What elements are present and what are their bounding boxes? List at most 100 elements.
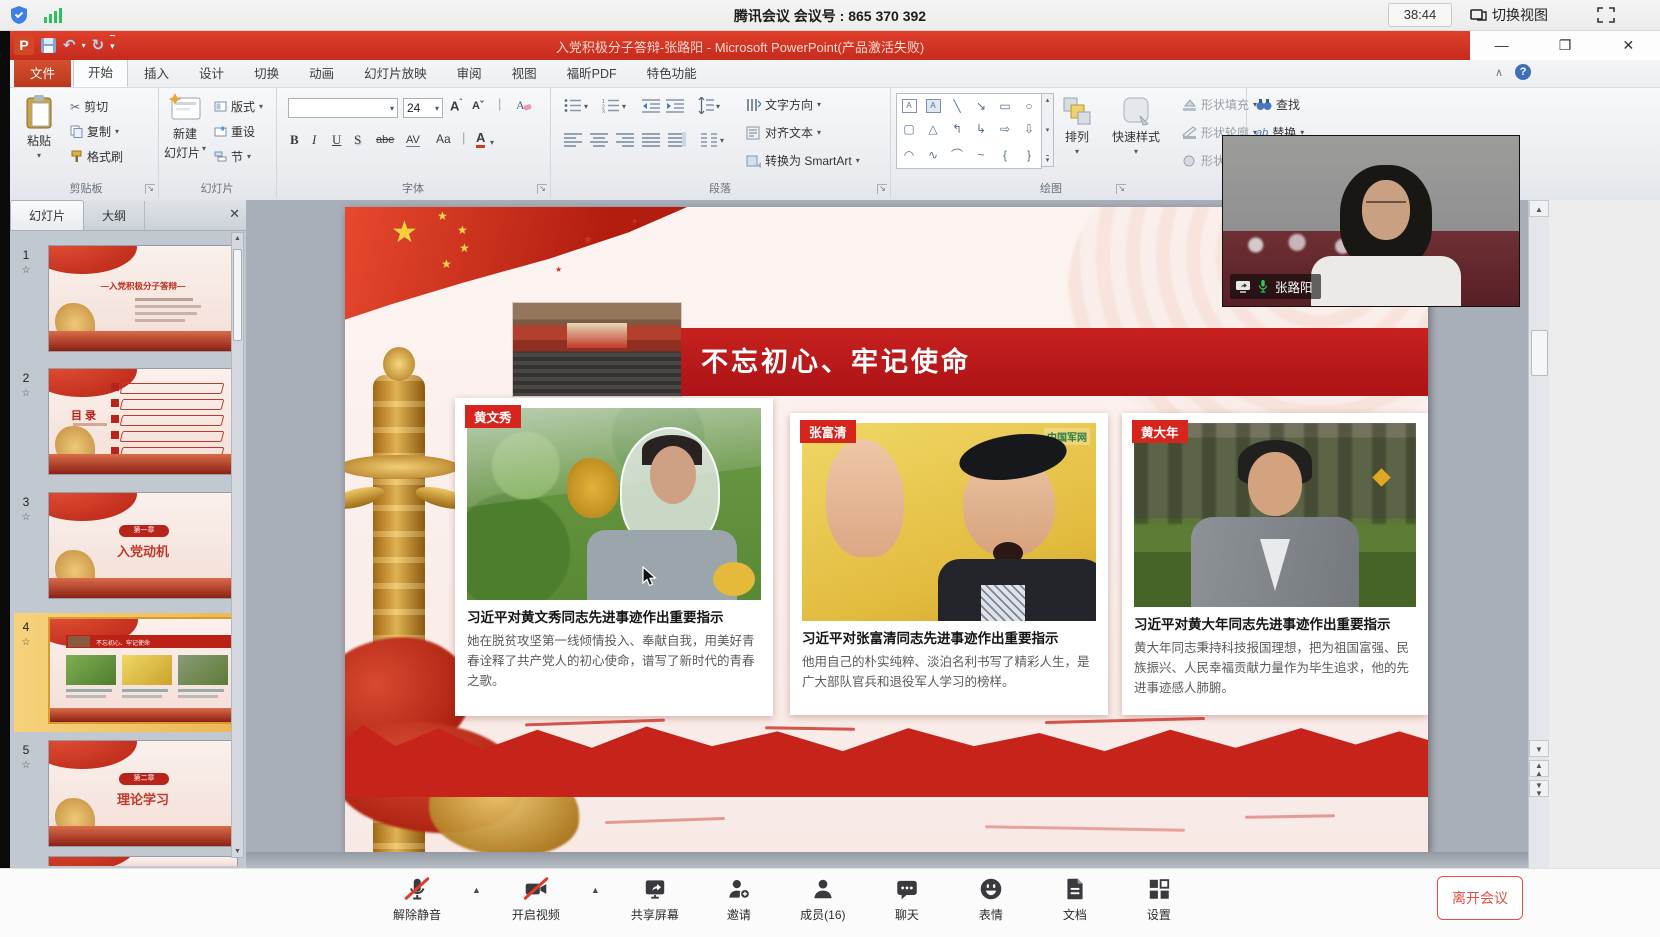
webcam-video-tile[interactable]: 张路阳 bbox=[1222, 135, 1520, 307]
strikethrough-button[interactable]: abe bbox=[376, 134, 394, 146]
save-icon[interactable] bbox=[40, 37, 57, 54]
line-shape-icon[interactable]: ╲ bbox=[953, 99, 960, 113]
clipboard-dialog-launcher[interactable]: ↘ bbox=[145, 184, 155, 194]
share-screen-button[interactable]: 共享屏幕 bbox=[626, 875, 684, 923]
scribble-shape-icon[interactable]: ∿ bbox=[928, 148, 938, 162]
shapes-gallery[interactable]: A A ╲ ↘ ▭ ○ ▢ △ ↰ ↳ ⇨ ⇩ ◠ ∿ ⌒ ~ { } bbox=[896, 93, 1042, 169]
font-name-combo[interactable]: ▾ bbox=[288, 98, 398, 118]
slide-thumbnail-5[interactable]: 第二章 理论学习 bbox=[48, 740, 238, 847]
character-spacing-button[interactable]: AV bbox=[406, 134, 420, 147]
triangle-shape-icon[interactable]: △ bbox=[928, 122, 937, 136]
person-card-huangwenxiu[interactable]: 黄文秀 习近平对黄文秀同志先进事迹作出重要指示 她在脱贫攻坚第一线倾情投入、奉献… bbox=[455, 398, 773, 716]
arrow-shape-icon[interactable]: ↘ bbox=[976, 99, 986, 113]
docs-button[interactable]: 文档 bbox=[1046, 875, 1104, 923]
person-photo-huangdanian[interactable] bbox=[1134, 423, 1416, 607]
font-size-combo[interactable]: 24▾ bbox=[403, 98, 443, 118]
members-button[interactable]: 成员(16) bbox=[794, 875, 852, 923]
tab-design[interactable]: 设计 bbox=[185, 58, 238, 87]
arrange-button[interactable]: 排列▾ bbox=[1062, 96, 1092, 156]
slide-thumbnail-3[interactable]: 第一章 入党动机 bbox=[48, 492, 238, 599]
elbow-connector-shape-icon[interactable]: ↰ bbox=[952, 122, 962, 136]
shapes-scrollbar[interactable]: ▴ ▾ ▾ bbox=[1041, 93, 1054, 167]
oval-shape-icon[interactable]: ○ bbox=[1025, 99, 1032, 113]
pane-scrollbar[interactable]: ▲ ▼ bbox=[231, 232, 244, 858]
slide-title-banner[interactable]: 不忘初心、牢记使命 bbox=[681, 328, 1428, 396]
align-right-icon[interactable] bbox=[616, 132, 634, 147]
shapes-more-icon[interactable]: ▾ bbox=[1046, 155, 1050, 164]
pane-scroll-thumb[interactable] bbox=[233, 249, 242, 341]
tab-view[interactable]: 视图 bbox=[498, 58, 551, 87]
chat-button[interactable]: 聊天 bbox=[878, 875, 936, 923]
left-brace-shape-icon[interactable]: { bbox=[1003, 148, 1007, 162]
tab-slideshow[interactable]: 幻灯片放映 bbox=[350, 58, 441, 87]
reset-button[interactable]: 重设 bbox=[214, 123, 255, 140]
ribbon-collapse-icon[interactable]: ∧ bbox=[1495, 66, 1503, 79]
bold-button[interactable]: B bbox=[290, 132, 299, 148]
tab-review[interactable]: 审阅 bbox=[443, 58, 496, 87]
clear-formatting-icon[interactable]: A bbox=[514, 96, 532, 114]
pane-scroll-down-icon[interactable]: ▼ bbox=[232, 848, 243, 855]
align-text-button[interactable]: 对齐文本▾ bbox=[746, 124, 821, 141]
person-card-huangdanian[interactable]: 黄大年 习近平对黄大年同志先进事迹作出重要指示 黄大年同志秉持科技报国理想，把为… bbox=[1122, 413, 1428, 715]
undo-button[interactable]: ↶ bbox=[63, 36, 76, 54]
invite-button[interactable]: 邀请 bbox=[710, 875, 768, 923]
leave-meeting-button[interactable]: 离开会议 bbox=[1437, 876, 1523, 920]
arc-shape-icon[interactable]: ⌒ bbox=[951, 146, 963, 163]
increase-indent-icon[interactable] bbox=[666, 98, 684, 113]
slide-thumbnail-1[interactable]: —入党积极分子答辩— bbox=[48, 245, 238, 352]
font-color-button[interactable]: A bbox=[476, 130, 485, 148]
scroll-up-button[interactable]: ▲ bbox=[1529, 200, 1549, 217]
slide-scrollbar[interactable]: ▲ ▼ ▲▲ ▼▼ bbox=[1528, 200, 1549, 868]
cut-button[interactable]: ✂ 剪切 bbox=[70, 98, 108, 115]
undo-caret-icon[interactable]: ▾ bbox=[82, 41, 86, 50]
bullets-caret-icon[interactable]: ▾ bbox=[584, 102, 588, 111]
text-shadow-button[interactable]: S bbox=[354, 132, 361, 148]
italic-button[interactable]: I bbox=[312, 132, 316, 148]
person-photo-huangwenxiu[interactable] bbox=[467, 408, 761, 600]
tab-foxit-pdf[interactable]: 福昕PDF bbox=[553, 58, 631, 87]
decrease-indent-icon[interactable] bbox=[642, 98, 660, 113]
unmute-button[interactable]: 解除静音 bbox=[388, 875, 446, 923]
copy-button[interactable]: 复制▾ bbox=[70, 123, 119, 140]
tab-animations[interactable]: 动画 bbox=[295, 58, 348, 87]
grow-font-button[interactable]: Aˆ bbox=[450, 98, 462, 113]
video-options-caret-icon[interactable]: ▲ bbox=[591, 885, 600, 895]
down-block-arrow-shape-icon[interactable]: ⇩ bbox=[1024, 122, 1034, 136]
line-spacing-icon[interactable] bbox=[696, 97, 714, 114]
shrink-font-button[interactable]: Aˇ bbox=[472, 100, 484, 112]
new-slide-button[interactable]: 新建 幻灯片▾ bbox=[164, 93, 206, 161]
textbox-fill-shape-icon[interactable]: A bbox=[926, 99, 941, 113]
settings-button[interactable]: 设置 bbox=[1130, 875, 1188, 923]
convert-smartart-button[interactable]: 转换为 SmartArt▾ bbox=[746, 152, 860, 169]
align-center-icon[interactable] bbox=[590, 132, 608, 147]
qat-customize-button[interactable]: ▾ bbox=[110, 35, 115, 56]
pane-close-icon[interactable]: ✕ bbox=[229, 206, 240, 222]
mic-options-caret-icon[interactable]: ▲ bbox=[472, 885, 481, 895]
columns-icon[interactable] bbox=[700, 132, 718, 147]
quick-styles-button[interactable]: 快速样式▾ bbox=[1112, 96, 1160, 156]
tab-file[interactable]: 文件 bbox=[14, 58, 71, 87]
scroll-down-button[interactable]: ▼ bbox=[1529, 740, 1549, 757]
previous-slide-button[interactable]: ▲▲ bbox=[1529, 760, 1549, 777]
next-slide-button[interactable]: ▼▼ bbox=[1529, 780, 1549, 797]
format-painter-button[interactable]: 格式刷 bbox=[70, 148, 123, 165]
underline-button[interactable]: U bbox=[332, 132, 341, 148]
scroll-thumb[interactable] bbox=[1531, 330, 1548, 376]
tab-home[interactable]: 开始 bbox=[73, 56, 128, 87]
exit-fullscreen-icon[interactable] bbox=[1596, 6, 1616, 24]
numbering-caret-icon[interactable]: ▾ bbox=[622, 102, 626, 111]
line-spacing-caret-icon[interactable]: ▾ bbox=[716, 102, 720, 111]
rectangle-shape-icon[interactable]: ▭ bbox=[999, 99, 1010, 113]
cloud-shape-icon[interactable]: ◠ bbox=[904, 148, 914, 162]
section-button[interactable]: 节▾ bbox=[214, 148, 251, 165]
tab-transitions[interactable]: 切换 bbox=[240, 58, 293, 87]
pane-scroll-up-icon[interactable]: ▲ bbox=[232, 235, 243, 242]
textbox-shape-icon[interactable]: A bbox=[902, 99, 917, 113]
change-case-button[interactable]: Aa bbox=[436, 132, 451, 146]
right-brace-shape-icon[interactable]: } bbox=[1027, 148, 1031, 162]
drawing-dialog-launcher[interactable]: ↘ bbox=[1116, 184, 1126, 194]
font-dialog-launcher[interactable]: ↘ bbox=[537, 184, 547, 194]
person-photo-zhangfuqing[interactable]: 中国军网 bbox=[802, 423, 1096, 621]
congress-hall-photo[interactable] bbox=[513, 303, 681, 396]
rounded-rectangle-shape-icon[interactable]: ▢ bbox=[903, 122, 914, 136]
